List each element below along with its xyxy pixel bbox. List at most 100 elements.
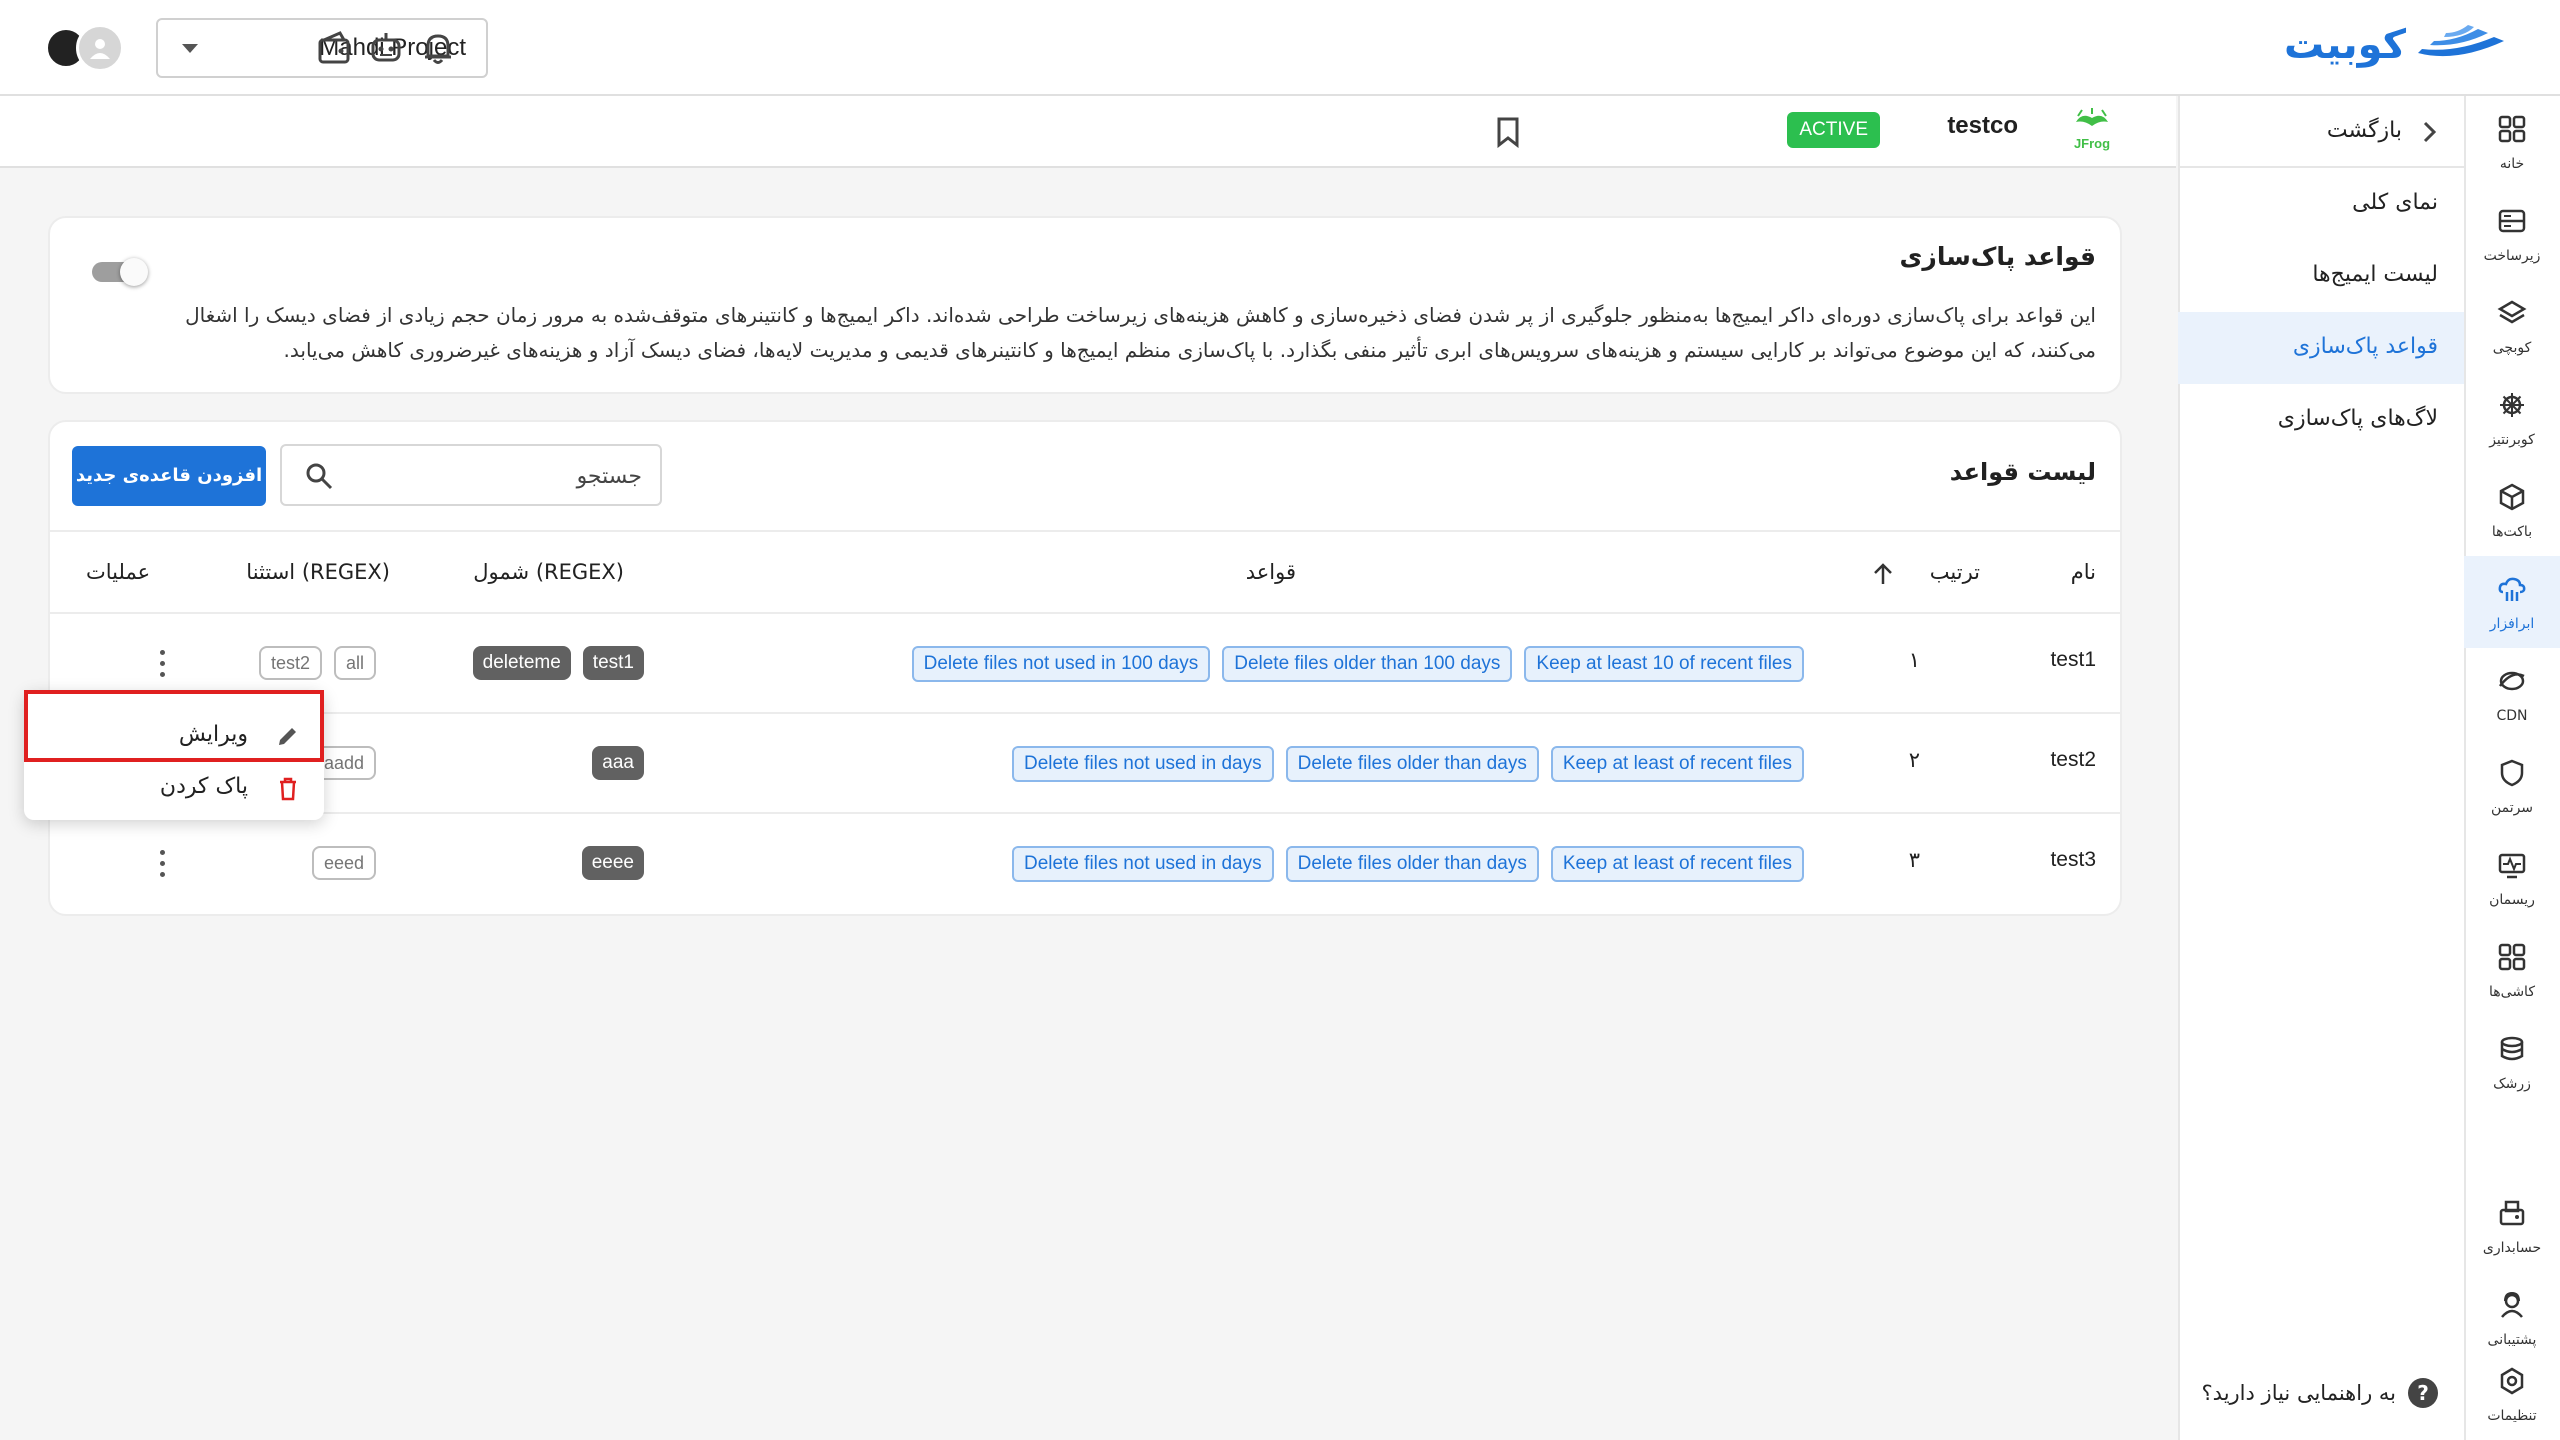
rail-label: باکت‌ها <box>2491 524 2533 540</box>
jfrog-logo-icon: JFrog <box>2074 108 2110 151</box>
add-rule-button[interactable]: افزودن قاعده‌ی جدید <box>72 446 266 506</box>
sidebar-item-cleanup-logs[interactable]: لاگ‌های پاک‌سازی <box>2178 384 2464 456</box>
rule-chip: Keep at least of recent files <box>1550 846 1804 882</box>
intro-title: قواعد پاک‌سازی <box>1899 242 2096 271</box>
menu-item-label: ویرایش <box>178 722 248 747</box>
help-label: به راهنمایی نیاز دارید؟ <box>2201 1381 2396 1405</box>
rail-item-tiles[interactable]: کاشی‌ها <box>2464 924 2560 1016</box>
cleanup-toggle[interactable] <box>92 258 150 286</box>
brand-name: کوبیت <box>2283 22 2406 68</box>
table-row: test1 ۱ Delete files not used in 100 day… <box>50 614 2120 714</box>
menu-item-label: پاک کردن <box>159 774 248 799</box>
rail-item-kubernetes[interactable]: کوبرنتیز <box>2464 372 2560 464</box>
home-icon <box>2498 115 2526 143</box>
rail-label: CDN <box>2496 708 2528 724</box>
server-icon <box>2498 209 2526 233</box>
col-include: شمول (REGEX) <box>473 560 624 584</box>
bell-icon[interactable] <box>418 28 458 68</box>
pencil-icon <box>279 728 296 745</box>
rail-item-settings[interactable]: تنظیمات <box>2464 1348 2560 1440</box>
rail-item-billing[interactable]: حسابداری <box>2464 1180 2560 1272</box>
rule-chip: Keep at least of recent files <box>1550 746 1804 782</box>
top-bar: کوبیت Mahdi Project <box>0 0 2560 96</box>
shield-icon <box>2500 759 2524 787</box>
user-avatars[interactable] <box>46 24 126 72</box>
support-icon <box>2501 1291 2523 1318</box>
cdn-icon <box>2499 671 2525 691</box>
rules-list-card: لیست قواعد افزودن قاعده‌ی جدید نام ترتیب… <box>48 420 2122 916</box>
include-chips: eeee <box>581 846 644 880</box>
include-chip: eeee <box>581 846 644 880</box>
rail-label: ابرافزار <box>2489 616 2535 632</box>
rule-chip: Delete files not used in 100 days <box>911 646 1211 682</box>
wallet-icon[interactable] <box>314 28 354 68</box>
menu-item-edit[interactable]: ویرایش <box>24 710 324 762</box>
rule-chip: Delete files older than days <box>1285 846 1539 882</box>
rule-name: test1 <box>2050 648 2096 671</box>
rule-chip: Delete files older than 100 days <box>1222 646 1513 682</box>
tiles-icon <box>2498 943 2526 971</box>
rule-chip: Keep at least 10 of recent files <box>1524 646 1804 682</box>
gear-icon <box>2500 1367 2524 1395</box>
search-input[interactable] <box>342 458 642 494</box>
cleanup-intro-card: قواعد پاک‌سازی این قواعد برای پاک‌سازی د… <box>48 216 2122 394</box>
menu-item-delete[interactable]: پاک کردن <box>24 762 324 814</box>
sidebar-item-label: لیست ایمیج‌ها <box>2312 262 2438 287</box>
helm-icon <box>2500 393 2524 417</box>
rail-item-zereshk[interactable]: زرشک <box>2464 1016 2560 1108</box>
rule-chip: Delete files not used in days <box>1011 846 1274 882</box>
avatar[interactable] <box>76 24 124 72</box>
user-icon <box>90 39 110 59</box>
rule-chip: Delete files not used in days <box>1011 746 1274 782</box>
arrow-up-icon[interactable] <box>1872 562 1894 586</box>
rule-chips: Delete files not used in 100 days Delete… <box>911 646 1804 682</box>
table-row: test2 ۲ Delete files not used in days De… <box>50 714 2120 814</box>
col-order[interactable]: ترتیب <box>1930 560 1980 584</box>
sidebar-item-images[interactable]: لیست ایمیج‌ها <box>2178 240 2464 312</box>
billing-icon <box>2499 1200 2525 1226</box>
rule-chip: Delete files older than days <box>1285 746 1539 782</box>
chevron-right-icon <box>2423 121 2437 143</box>
back-label: بازگشت <box>2326 118 2402 143</box>
robot-icon[interactable] <box>366 28 406 68</box>
rail-item-home[interactable]: خانه <box>2464 96 2560 188</box>
include-chip: aaa <box>592 746 644 780</box>
rail-item-kubchi[interactable]: کوبچی <box>2464 280 2560 372</box>
rail-label: کوبچی <box>2492 340 2532 356</box>
row-action-menu: ویرایش پاک کردن <box>24 690 324 820</box>
rail-label: زرشک <box>2493 1076 2531 1092</box>
rail-item-cdn[interactable]: CDN <box>2464 648 2560 740</box>
help-link[interactable]: ? به راهنمایی نیاز دارید؟ <box>2202 1378 2438 1408</box>
rail-item-infrastructure[interactable]: زیرساخت <box>2464 188 2560 280</box>
rail-item-monitoring[interactable]: ریسمان <box>2464 832 2560 924</box>
sidebar-item-cleanup-rules[interactable]: قواعد پاک‌سازی <box>2178 312 2464 384</box>
bookmark-icon[interactable] <box>1494 116 1522 148</box>
brand-logo[interactable]: کوبیت <box>2284 22 2506 68</box>
more-vert-icon[interactable] <box>156 650 168 678</box>
cloud-app-icon <box>2498 577 2526 601</box>
rail-item-cloud-apps[interactable]: ابرافزار <box>2464 556 2560 648</box>
rule-chips: Delete files not used in days Delete fil… <box>1011 746 1804 782</box>
col-name: نام <box>2070 560 2096 584</box>
search-icon[interactable] <box>304 461 334 491</box>
sidebar-item-overview[interactable]: نمای کلی <box>2178 168 2464 240</box>
rule-order: ۲ <box>1908 749 1920 772</box>
rule-chips: Delete files not used in days Delete fil… <box>1011 846 1804 882</box>
rail-label: تنظیمات <box>2487 1408 2537 1424</box>
rail-label: خانه <box>2499 156 2525 172</box>
rail-label: سرتمن <box>2490 800 2534 816</box>
col-rules: قواعد <box>1245 560 1296 584</box>
rail-label: کوبرنتیز <box>2489 432 2535 448</box>
layers-icon <box>2497 300 2527 324</box>
exclude-chip: test2 <box>258 646 322 680</box>
nav-rail: خانه زیرساخت کوبچی کوبرنتیز باکت‌ها ابرا… <box>2464 96 2560 1440</box>
rail-item-buckets[interactable]: باکت‌ها <box>2464 464 2560 556</box>
rule-name: test3 <box>2050 848 2096 871</box>
back-link[interactable]: بازگشت <box>2178 96 2464 168</box>
include-chips: aaa <box>592 746 644 780</box>
rail-label: حسابداری <box>2482 1240 2542 1256</box>
boat-logo-icon <box>2418 25 2504 57</box>
rail-item-certman[interactable]: سرتمن <box>2464 740 2560 832</box>
include-chips: deleteme test1 <box>472 646 644 680</box>
more-vert-icon[interactable] <box>156 850 168 878</box>
